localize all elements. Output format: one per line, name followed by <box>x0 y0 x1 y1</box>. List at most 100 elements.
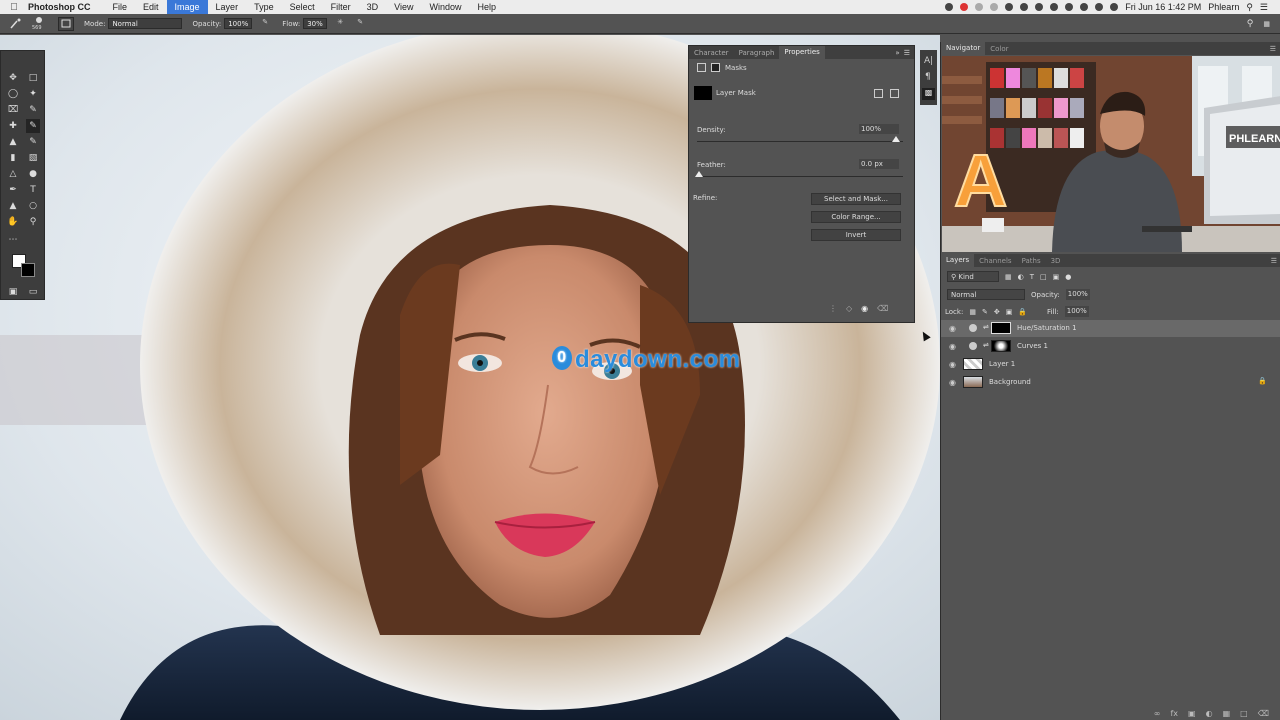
dodge-tool-icon[interactable]: ● <box>26 167 40 181</box>
filter-pixel-icon[interactable]: ▦ <box>1005 273 1012 281</box>
notification-center-icon[interactable]: ☰ <box>1260 2 1268 13</box>
apple-icon[interactable]:  <box>0 2 28 13</box>
filter-kind-select[interactable]: ⚲ Kind <box>947 271 999 282</box>
panel-collapse-icon[interactable]: » <box>895 49 899 57</box>
character-panel-icon[interactable]: A| <box>924 56 933 66</box>
layer-thumbnail[interactable] <box>963 376 983 388</box>
layer-lock-icon[interactable]: 🔒 <box>1258 377 1267 385</box>
properties-panel-icon[interactable]: ▩ <box>922 88 935 100</box>
layer-mask-icon[interactable] <box>711 63 720 72</box>
layer-name[interactable]: Hue/Saturation 1 <box>1017 324 1077 332</box>
invert-button[interactable]: Invert <box>811 229 901 241</box>
panel-menu-icon[interactable]: ☰ <box>904 49 910 57</box>
filter-adjustment-icon[interactable]: ◐ <box>1018 273 1024 281</box>
lock-artboard-icon[interactable]: ▣ <box>1006 308 1013 316</box>
menu-view[interactable]: View <box>386 0 421 14</box>
layer-name[interactable]: Background <box>989 378 1031 386</box>
tab-color[interactable]: Color <box>985 45 1013 53</box>
app-name-menu[interactable]: Photoshop CC <box>28 2 91 12</box>
density-slider[interactable] <box>697 141 903 142</box>
pixel-mask-icon[interactable] <box>697 63 706 72</box>
status-icon[interactable] <box>1035 3 1044 11</box>
healing-brush-tool-icon[interactable]: ✚ <box>6 119 20 133</box>
menu-filter[interactable]: Filter <box>323 0 359 14</box>
select-and-mask-button[interactable]: Select and Mask... <box>811 193 901 205</box>
new-layer-icon[interactable]: □ <box>1240 709 1248 718</box>
tab-channels[interactable]: Channels <box>974 257 1016 265</box>
new-group-icon[interactable]: ▦ <box>1223 709 1231 718</box>
lock-transparent-icon[interactable]: ▦ <box>969 308 976 316</box>
link-layers-icon[interactable]: ∞ <box>1154 709 1161 718</box>
user-name[interactable]: Phlearn <box>1208 2 1239 12</box>
delete-layer-icon[interactable]: ⌫ <box>1258 709 1269 718</box>
ellipse-tool-icon[interactable]: ○ <box>26 199 40 213</box>
layer-mask-thumbnail[interactable] <box>991 340 1011 352</box>
add-mask-icon[interactable]: ▣ <box>1188 709 1196 718</box>
marquee-tool-icon[interactable]: □ <box>26 71 40 85</box>
layer-row-hue-saturation[interactable]: ◉ ⇌ Hue/Saturation 1 <box>941 320 1280 337</box>
visibility-eye-icon[interactable]: ◉ <box>949 378 958 387</box>
paragraph-panel-icon[interactable]: ¶ <box>925 72 931 82</box>
wifi-icon[interactable] <box>1080 3 1089 11</box>
screen-mode-icon[interactable]: ▭ <box>26 285 40 299</box>
blend-mode-select[interactable]: Normal <box>947 289 1025 300</box>
background-color-swatch[interactable] <box>21 263 35 277</box>
lock-position-icon[interactable]: ✥ <box>994 308 1000 316</box>
tab-properties[interactable]: Properties <box>779 46 825 59</box>
clock[interactable]: Fri Jun 16 1:42 PM <box>1125 2 1201 12</box>
panel-menu-icon[interactable]: ☰ <box>1271 257 1277 265</box>
gradient-tool-icon[interactable]: ▧ <box>26 151 40 165</box>
spotlight-search-icon[interactable]: ⚲ <box>1246 2 1253 13</box>
menu-window[interactable]: Window <box>421 0 469 14</box>
eraser-tool-icon[interactable]: ▮ <box>6 151 20 165</box>
move-tool-icon[interactable]: ✥ <box>6 71 20 85</box>
search-icon[interactable]: ⚲ <box>1247 19 1254 29</box>
more-tools-icon[interactable]: ⋯ <box>6 233 20 247</box>
hand-tool-icon[interactable]: ✋ <box>6 215 20 229</box>
blur-tool-icon[interactable]: △ <box>6 167 20 181</box>
menu-layer[interactable]: Layer <box>208 0 247 14</box>
layer-name[interactable]: Curves 1 <box>1017 342 1048 350</box>
tab-layers[interactable]: Layers <box>941 254 975 267</box>
filter-shape-icon[interactable]: □ <box>1040 273 1047 281</box>
quick-mask-icon[interactable]: ▣ <box>6 285 20 299</box>
status-icon[interactable] <box>1020 3 1029 11</box>
opacity-field[interactable]: 100% <box>224 18 253 29</box>
tab-3d[interactable]: 3D <box>1046 257 1066 265</box>
menu-help[interactable]: Help <box>469 0 504 14</box>
visibility-eye-icon[interactable]: ◉ <box>949 360 958 369</box>
lasso-tool-icon[interactable]: ◯ <box>6 87 20 101</box>
density-slider-handle[interactable] <box>892 136 900 142</box>
brush-panel-toggle-icon[interactable] <box>58 16 74 31</box>
feather-slider-handle[interactable] <box>695 171 703 177</box>
filter-toggle-icon[interactable]: ● <box>1065 273 1071 281</box>
pen-tool-icon[interactable]: ✒ <box>6 183 20 197</box>
lock-image-icon[interactable]: ✎ <box>982 308 988 316</box>
workspace-icon[interactable]: ▦ <box>1263 20 1270 28</box>
tab-character[interactable]: Character <box>689 49 734 57</box>
filter-type-icon[interactable]: T <box>1030 273 1034 281</box>
menu-select[interactable]: Select <box>282 0 323 14</box>
eyedropper-tool-icon[interactable]: ✎ <box>26 103 40 117</box>
fill-field[interactable]: 100% <box>1064 306 1089 317</box>
airbrush-icon[interactable]: ✳ <box>333 18 347 30</box>
path-select-tool-icon[interactable]: ▲ <box>6 199 20 213</box>
volume-icon[interactable] <box>1110 3 1119 11</box>
layer-mask-thumbnail[interactable] <box>991 322 1011 334</box>
record-icon[interactable] <box>945 3 954 11</box>
layer-opacity-field[interactable]: 100% <box>1065 289 1090 300</box>
select-pixel-mask-icon[interactable] <box>874 89 883 98</box>
load-selection-icon[interactable]: ⋮ <box>829 304 837 313</box>
layer-row-curves[interactable]: ◉ ⇌ Curves 1 <box>941 338 1280 355</box>
type-tool-icon[interactable]: T <box>26 183 40 197</box>
layer-name[interactable]: Layer 1 <box>989 360 1015 368</box>
visibility-icon[interactable]: ◉ <box>861 304 868 313</box>
pressure-size-icon[interactable]: ✎ <box>353 18 367 30</box>
tab-paths[interactable]: Paths <box>1017 257 1046 265</box>
time-machine-icon[interactable] <box>1050 3 1059 11</box>
color-range-button[interactable]: Color Range... <box>811 211 901 223</box>
visibility-eye-icon[interactable]: ◉ <box>949 342 958 351</box>
layer-thumbnail[interactable] <box>963 358 983 370</box>
delete-mask-icon[interactable]: ⌫ <box>877 304 888 313</box>
feather-slider[interactable] <box>697 176 903 177</box>
